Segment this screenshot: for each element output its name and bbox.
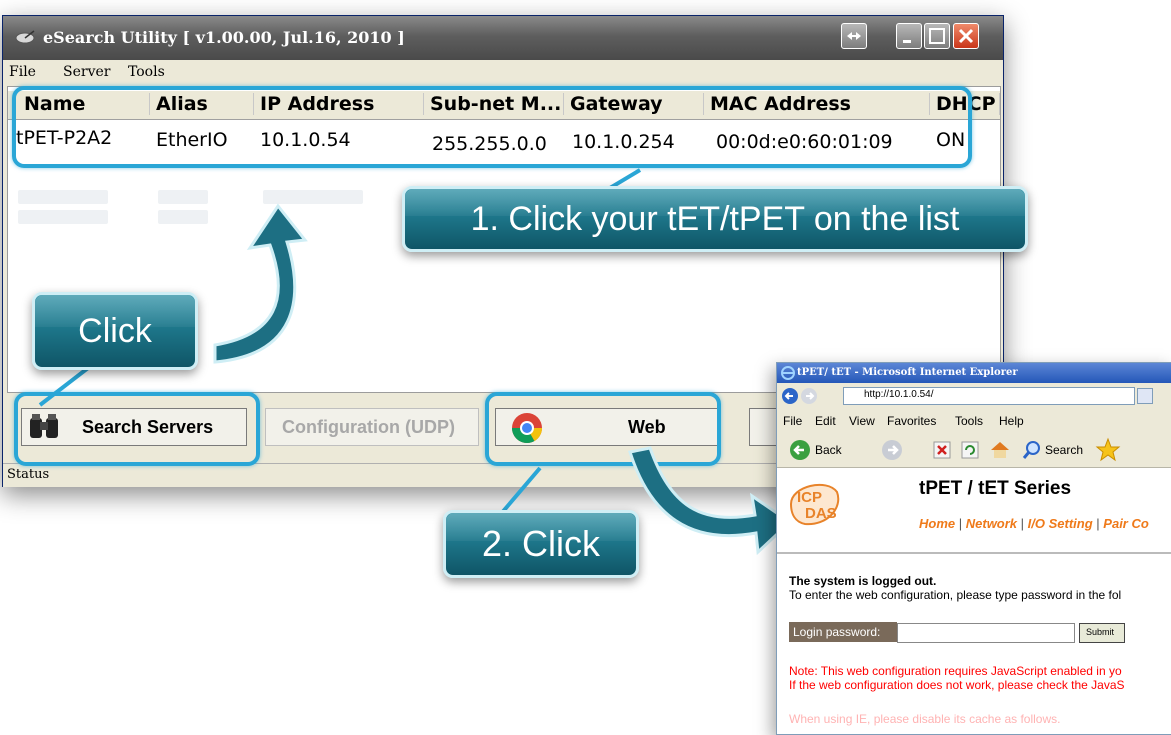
ie-search-label[interactable]: Search <box>1045 443 1083 457</box>
ie-instructions-text: To enter the web configuration, please t… <box>789 588 1122 602</box>
ie-note-line1: Note: This web configuration requires Ja… <box>789 664 1122 678</box>
step2-text: 2. Click <box>481 523 601 564</box>
ie-refresh-icon[interactable] <box>961 441 979 459</box>
step1-text: 1. Click your tET/tPET on the list <box>470 199 960 238</box>
click-callout: Click <box>32 292 198 370</box>
connector-line-click <box>38 366 90 407</box>
ie-submit-label: Submit <box>1086 627 1115 637</box>
icpdas-logo-icon: ICP DAS <box>789 483 840 526</box>
ie-nav-home[interactable]: Home <box>919 516 955 531</box>
step2-callout: 2. Click <box>443 510 639 578</box>
curved-up-arrow-icon <box>213 203 308 364</box>
ie-page-heading: tPET / tET Series <box>919 478 1072 499</box>
curved-right-arrow-icon <box>628 446 793 556</box>
ie-menu-favorites[interactable]: Favorites <box>887 414 936 428</box>
ie-address-bar: http://10.1.0.54/ <box>777 383 1171 410</box>
ie-address-text: http://10.1.0.54/ <box>864 389 934 400</box>
ie-submit-button[interactable]: Submit <box>1079 623 1125 643</box>
ie-favorites-star-icon[interactable] <box>1095 437 1121 463</box>
ie-nav-links: Home | Network | I/O Setting | Pair Co <box>919 516 1149 531</box>
ie-forward-icon[interactable] <box>881 439 903 461</box>
ie-home-icon[interactable] <box>989 439 1011 461</box>
ie-nav-io-setting[interactable]: I/O Setting <box>1028 516 1093 531</box>
ie-back-label[interactable]: Back <box>815 443 842 457</box>
svg-text:DAS: DAS <box>805 505 837 522</box>
ie-login-label-box: Login password: <box>789 622 897 642</box>
ie-note-line3: When using IE, please disable its cache … <box>789 712 1061 726</box>
ie-menu-view[interactable]: View <box>849 414 875 428</box>
svg-text:ICP: ICP <box>797 489 822 506</box>
ie-nav-network[interactable]: Network <box>966 516 1017 531</box>
ie-menu-bar: File Edit View Favorites Tools Help <box>777 409 1171 433</box>
ie-note-line2: If the web configuration does not work, … <box>789 678 1125 692</box>
ie-toolbar: Back Search <box>777 433 1171 468</box>
icpdas-logo: ICP DAS <box>787 478 843 530</box>
ie-divider <box>777 552 1171 554</box>
ie-nav-pair[interactable]: Pair Co <box>1103 516 1149 531</box>
ie-logo-icon <box>781 366 795 380</box>
ie-menu-file[interactable]: File <box>783 414 802 428</box>
ie-search-icon[interactable] <box>1021 439 1043 461</box>
ie-menu-tools[interactable]: Tools <box>955 414 983 428</box>
ie-address-dropdown[interactable] <box>1137 388 1153 404</box>
ie-password-input[interactable] <box>897 623 1075 643</box>
ie-back-icon[interactable] <box>789 439 811 461</box>
ie-login-label: Login password: <box>793 625 881 639</box>
ie-title-bar: tPET/ tET - Microsoft Internet Explorer <box>777 363 1171 383</box>
step1-callout: 1. Click your tET/tPET on the list <box>402 186 1028 252</box>
ie-logged-out-text: The system is logged out. <box>789 574 937 588</box>
ie-menu-help[interactable]: Help <box>999 414 1024 428</box>
ie-title: tPET/ tET - Microsoft Internet Explorer <box>797 367 1018 378</box>
ie-address-input[interactable]: http://10.1.0.54/ <box>843 387 1135 405</box>
ie-menu-edit[interactable]: Edit <box>815 414 836 428</box>
click-text: Click <box>78 311 152 350</box>
ie-page-content: ICP DAS tPET / tET Series Home | Network… <box>777 468 1171 734</box>
ie-window: tPET/ tET - Microsoft Internet Explorer … <box>776 362 1171 735</box>
connector-line-step2 <box>498 466 542 517</box>
ie-nav-arrows-icon[interactable] <box>781 386 821 406</box>
ie-stop-icon[interactable] <box>933 441 951 459</box>
